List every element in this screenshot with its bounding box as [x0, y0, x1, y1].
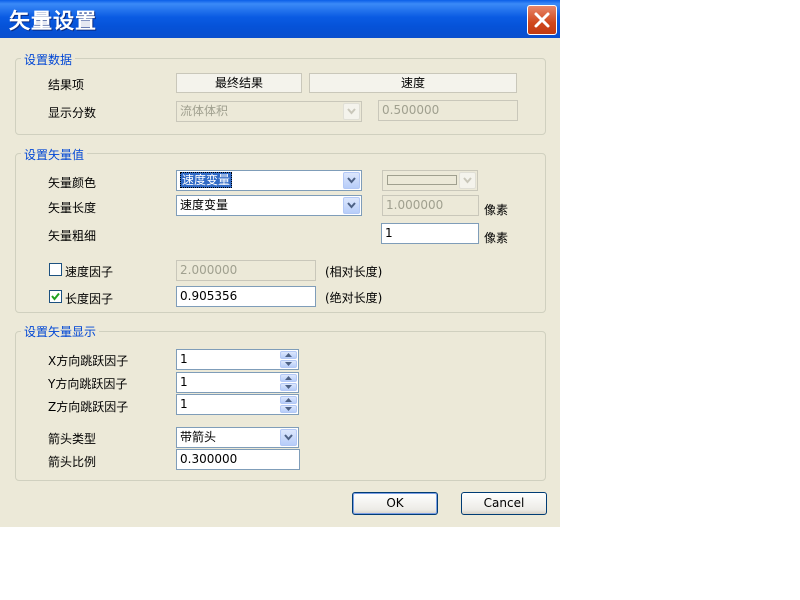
- y-skip-factor-label: Y方向跳跃因子: [48, 377, 128, 391]
- arrow-up-icon: [285, 376, 292, 380]
- dropdown-arrow-button[interactable]: [343, 197, 360, 214]
- display-fraction-select[interactable]: 流体体积: [176, 101, 362, 122]
- arrow-scale-input[interactable]: 0.300000: [176, 449, 300, 470]
- color-swatch: [387, 175, 457, 185]
- group-vector-value-legend: 设置矢量值: [21, 146, 88, 163]
- vector-thickness-label: 矢量粗细: [48, 229, 97, 243]
- arrow-down-icon: [285, 407, 292, 411]
- close-button[interactable]: [527, 5, 557, 35]
- dropdown-arrow-button[interactable]: [459, 172, 476, 189]
- vector-length-label: 矢量长度: [48, 201, 97, 215]
- length-factor-note: (绝对长度): [325, 291, 383, 305]
- arrow-up-icon: [285, 398, 292, 402]
- arrow-type-value: 带箭头: [180, 430, 217, 444]
- checkmark-icon: [51, 292, 60, 301]
- x-skip-factor-spinbox[interactable]: 1: [176, 349, 299, 370]
- x-skip-factor-label: X方向跳跃因子: [48, 354, 129, 368]
- arrow-down-icon: [285, 385, 292, 389]
- chevron-down-icon: [347, 202, 356, 209]
- speed-factor-note: (相对长度): [325, 265, 383, 279]
- vector-length-value: 速度变量: [180, 198, 229, 212]
- group-set-data-legend: 设置数据: [21, 51, 76, 68]
- spin-down-button[interactable]: [280, 360, 297, 368]
- arrow-up-icon: [285, 353, 292, 357]
- vector-color-label: 矢量颜色: [48, 176, 97, 190]
- z-skip-factor-label: Z方向跳跃因子: [48, 400, 129, 414]
- y-skip-factor-spinbox[interactable]: 1: [176, 372, 299, 393]
- spinner-buttons[interactable]: [280, 351, 297, 368]
- group-vector-display-legend: 设置矢量显示: [21, 323, 100, 340]
- dropdown-arrow-button[interactable]: [343, 172, 360, 189]
- spin-down-button[interactable]: [280, 383, 297, 391]
- x-skip-factor-value: 1: [180, 352, 188, 366]
- spinner-buttons[interactable]: [280, 396, 297, 413]
- display-fraction-label: 显示分数: [48, 106, 97, 120]
- result-final-header: 最终结果: [176, 73, 302, 93]
- display-fraction-value: 流体体积: [180, 104, 229, 118]
- ok-button[interactable]: OK: [352, 492, 438, 515]
- dropdown-arrow-button[interactable]: [280, 429, 297, 446]
- vector-color-value: 速度变量: [180, 172, 233, 188]
- spin-down-button[interactable]: [280, 405, 297, 413]
- arrow-down-icon: [285, 362, 292, 366]
- vector-color-select[interactable]: 速度变量: [176, 170, 362, 191]
- vector-thickness-input[interactable]: 1: [381, 223, 479, 244]
- cancel-button[interactable]: Cancel: [461, 492, 547, 515]
- speed-factor-label: 速度因子: [65, 265, 114, 279]
- spin-up-button[interactable]: [280, 396, 297, 404]
- pixel-unit-label-1: 像素: [484, 203, 509, 217]
- chevron-down-icon: [463, 177, 472, 184]
- speed-factor-input[interactable]: 2.000000: [176, 260, 316, 281]
- speed-factor-checkbox[interactable]: [49, 263, 62, 276]
- close-icon: [534, 12, 550, 28]
- spin-up-button[interactable]: [280, 351, 297, 359]
- chevron-down-icon: [347, 108, 356, 115]
- spinner-buttons[interactable]: [280, 374, 297, 391]
- vector-length-select[interactable]: 速度变量: [176, 195, 362, 216]
- display-fraction-number: 0.500000: [378, 100, 518, 121]
- length-factor-label: 长度因子: [65, 292, 114, 306]
- title-bar[interactable]: 矢量设置: [0, 0, 560, 38]
- arrow-type-label: 箭头类型: [48, 432, 97, 446]
- dialog-title: 矢量设置: [9, 9, 97, 33]
- z-skip-factor-spinbox[interactable]: 1: [176, 394, 299, 415]
- result-speed-header: 速度: [309, 73, 517, 93]
- arrow-scale-label: 箭头比例: [48, 455, 97, 469]
- chevron-down-icon: [284, 434, 293, 441]
- chevron-down-icon: [347, 177, 356, 184]
- vector-length-number: 1.000000: [382, 195, 479, 216]
- pixel-unit-label-2: 像素: [484, 231, 509, 245]
- vector-color-swatch-select[interactable]: [382, 170, 478, 191]
- result-item-label: 结果项: [48, 78, 85, 92]
- z-skip-factor-value: 1: [180, 397, 188, 411]
- arrow-type-select[interactable]: 带箭头: [176, 427, 299, 448]
- vector-settings-dialog: 矢量设置 设置数据 结果项 最终结果 速度 显示分数 流体体积 0.500000…: [0, 0, 560, 527]
- length-factor-input[interactable]: 0.905356: [176, 286, 316, 307]
- dropdown-arrow-button[interactable]: [343, 103, 360, 120]
- spin-up-button[interactable]: [280, 374, 297, 382]
- y-skip-factor-value: 1: [180, 375, 188, 389]
- group-set-data: [15, 58, 546, 135]
- length-factor-checkbox[interactable]: [49, 290, 62, 303]
